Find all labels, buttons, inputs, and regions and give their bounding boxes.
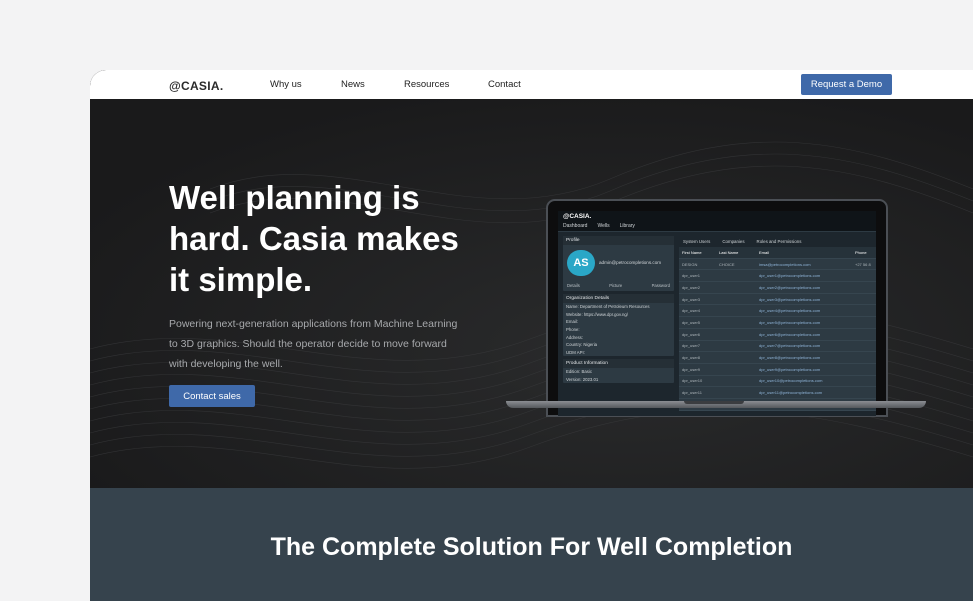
product-row: Version: 2023.01 [566,377,599,383]
col-header-email: Email [759,249,770,255]
screen-tab-bar: Dashboard Wells Library [558,221,876,232]
nav-link-contact[interactable]: Contact [488,79,521,90]
profile-email: admin@petrocompletions.com [599,260,662,265]
table-cell: dpr_user11@petrocompletions.com [759,390,823,396]
screen-right-column: System Users Companies Roles and Permiss… [679,236,876,416]
table-header-row: First Name Last Name Email Phone [679,247,876,259]
org-row: Phone: [566,327,580,333]
hero-headline: Well planning is hard. Casia makes it si… [169,179,459,298]
solution-section: The Complete Solution For Well Completio… [90,488,973,601]
tab-system-users: System Users [683,239,711,244]
screen-tab-wells: Wells [597,223,610,229]
table-row: dpr_user2 dpr_user2@petrocompletions.com [679,282,876,294]
screen-tab-dashboard: Dashboard [563,223,588,229]
table-cell: dpr_user3 [682,296,701,302]
org-row: Address: [566,334,583,340]
profile-actions: Details Picture Password [567,283,670,288]
org-row: UDM API: [566,349,585,355]
product-panel: Product Information Edition: Basic Versi… [563,359,674,384]
nav-link-why-us[interactable]: Why us [270,79,302,90]
table-row: dpr_user6 dpr_user6@petrocompletions.com [679,329,876,341]
table-row: dpr_user9 dpr_user9@petrocompletions.com [679,364,876,376]
screen-tab-library: Library [619,223,635,229]
table-cell: dpr_user1 [682,273,701,279]
profile-action-password: Password [651,283,670,288]
hero-subtext: Powering next-generation applications fr… [169,318,458,370]
profile-body: AS admin@petrocompletions.com Details Pi… [563,245,674,291]
org-row: Email: [566,319,578,325]
users-table-body: DESIGN CHOICE imsa@petrocompletions.com +27… [679,259,876,411]
laptop-screen: @CASIA. Dashboard Wells Library Profile … [558,211,876,416]
table-cell: dpr_user8@petrocompletions.com [759,355,821,361]
nav-link-news[interactable]: News [341,79,365,90]
solution-title: The Complete Solution For Well Completio… [270,533,793,561]
table-cell: dpr_user7@petrocompletions.com [759,343,821,349]
table-cell: dpr_user6 [682,331,701,337]
product-label: Product Information [563,359,674,369]
tab-companies: Companies [722,239,745,244]
table-cell: dpr_user1@petrocompletions.com [759,273,821,279]
laptop-mockup: @CASIA. Dashboard Wells Library Profile … [546,199,888,417]
org-row: Country: Nigeria [566,342,598,348]
laptop-notch [684,401,744,404]
table-cell: +27 56 8 [855,261,871,267]
org-row: Website: https://www.dpr.gov.ng/ [566,311,628,317]
table-row: dpr_user11 dpr_user11@petrocompletions.co… [679,387,876,399]
table-cell: dpr_user2@petrocompletions.com [759,284,821,290]
org-panel: Organization Details Name: Department of… [563,294,674,357]
org-label: Organization Details [563,294,674,303]
col-header-last-name: Last Name [719,249,739,255]
contact-sales-button[interactable]: Contact sales [169,385,255,407]
table-row: dpr_user3 dpr_user3@petrocompletions.com [679,294,876,306]
table-cell: dpr_user10 [682,378,703,384]
users-table: First Name Last Name Email Phone DESIGN C… [679,247,876,411]
screen-left-column: Profile AS admin@petrocompletions.com De… [563,236,674,416]
org-row: Name: Department of Petroleum Resources [566,304,650,310]
table-cell: dpr_user6@petrocompletions.com [759,331,821,337]
table-cell: dpr_user5@petrocompletions.com [759,319,821,325]
profile-panel: Profile AS admin@petrocompletions.com De… [563,236,674,291]
profile-label: Profile [563,236,674,245]
avatar: AS [567,250,595,276]
casia-logo[interactable]: @CASIA. [169,79,223,93]
table-cell: imsa@petrocompletions.com [759,261,811,267]
request-demo-button[interactable]: Request a Demo [801,74,892,95]
table-cell: dpr_user5 [682,319,701,325]
profile-action-picture: Picture [609,283,623,288]
table-cell: DESIGN [682,261,698,267]
table-row: DESIGN CHOICE imsa@petrocompletions.com +27… [679,259,876,271]
table-row: dpr_user8 dpr_user8@petrocompletions.com [679,352,876,364]
table-cell: dpr_user8 [682,355,701,361]
table-row: dpr_user7 dpr_user7@petrocompletions.com [679,341,876,353]
page-frame: @CASIA. Why us News Resources Contact Re… [90,70,973,601]
screen-logo: @CASIA. [558,211,876,221]
table-cell: CHOICE [719,261,735,267]
hero-section: Well planning is hard. Casia makes it si… [90,99,973,488]
users-tab-bar: System Users Companies Roles and Permiss… [679,236,876,247]
table-row: dpr_user10 dpr_user10@petrocompletions.co… [679,376,876,388]
table-cell: dpr_user11 [682,390,702,396]
table-cell: dpr_user4@petrocompletions.com [759,308,821,314]
product-row: Edition: Basic [566,369,593,375]
table-cell: dpr_user7 [682,343,701,349]
table-cell: dpr_user4 [682,308,701,314]
col-header-first-name: First Name [682,249,702,255]
table-cell: dpr_user2 [682,284,701,290]
table-cell: dpr_user10@petrocompletions.com [759,378,823,384]
top-navbar: @CASIA. Why us News Resources Contact Re… [90,70,973,99]
table-cell: dpr_user3@petrocompletions.com [759,296,821,302]
nav-link-resources[interactable]: Resources [404,79,449,90]
table-cell: dpr_user9@petrocompletions.com [759,366,821,372]
table-row: dpr_user5 dpr_user5@petrocompletions.com [679,317,876,329]
table-cell: dpr_user9 [682,366,701,372]
col-header-phone: Phone [855,249,867,255]
table-row: dpr_user1 dpr_user1@petrocompletions.com [679,270,876,283]
profile-action-details: Details [567,283,580,288]
tab-roles-permissions: Roles and Permissions [756,239,802,244]
table-row: dpr_user4 dpr_user4@petrocompletions.com [679,305,876,318]
